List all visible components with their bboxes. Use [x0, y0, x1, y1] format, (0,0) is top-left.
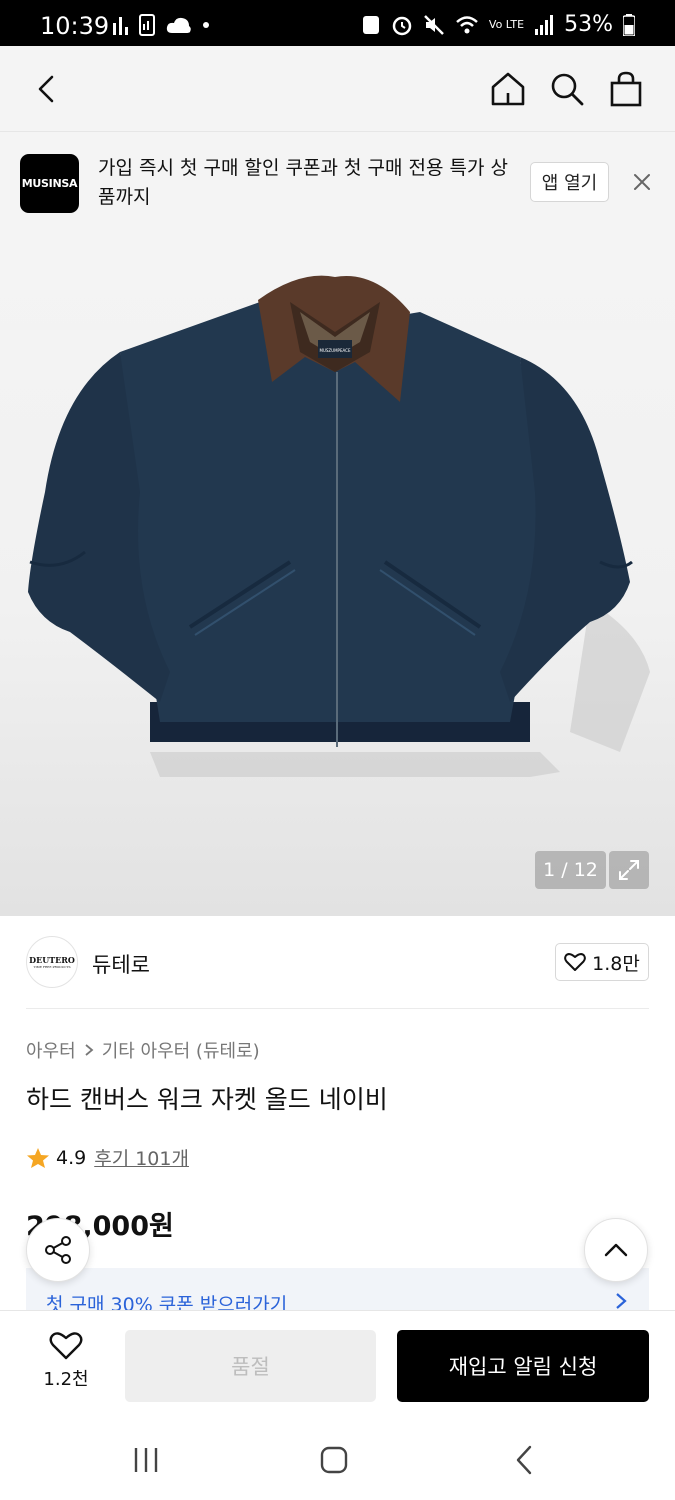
product-title: 하드 캔버스 워크 자켓 올드 네이비: [26, 1085, 388, 1114]
scroll-top-button[interactable]: [584, 1218, 648, 1282]
mute-icon: [424, 14, 444, 35]
rating-score: 4.9: [56, 1146, 87, 1169]
wishlist-count: 1.2천: [43, 1369, 89, 1390]
close-promo-button[interactable]: [628, 168, 656, 196]
back-button[interactable]: [25, 68, 67, 110]
recent-apps-button[interactable]: [126, 1442, 166, 1478]
search-button[interactable]: [546, 68, 588, 110]
star-icon: [27, 1147, 49, 1168]
breadcrumb-category[interactable]: 아우터: [26, 1037, 76, 1063]
chevron-up-icon: [604, 1243, 628, 1257]
status-bar: 10:39 Vo LTE 53%: [0, 0, 675, 46]
system-navigation-bar: [0, 1420, 675, 1500]
system-indicators: Vo LTE 53%: [361, 12, 635, 37]
home-system-button[interactable]: [314, 1442, 354, 1478]
dot-icon: [203, 22, 209, 28]
brand-like-button[interactable]: 1.8만: [555, 943, 649, 981]
brand-name[interactable]: 듀테로: [92, 949, 150, 979]
close-icon: [634, 174, 650, 190]
shopping-bag-icon: [610, 71, 642, 107]
recycle-icon: [362, 15, 379, 34]
product-image-gallery[interactable]: MUSZUMPEACE 1 / 12: [0, 232, 675, 916]
brand-logo-text: DEUTERO: [29, 955, 75, 965]
app-header: [0, 46, 675, 132]
rating-row: 4.9 후기 101개: [26, 1144, 189, 1171]
chevron-right-icon: [616, 1293, 627, 1309]
battery-percent: 53%: [564, 12, 613, 37]
home-button[interactable]: [487, 68, 529, 110]
jacket-image: [28, 275, 650, 777]
back-icon: [38, 75, 54, 103]
alarm-icon: [392, 16, 412, 35]
cart-button[interactable]: [605, 68, 647, 110]
musinsa-logo: MUSINSA: [20, 154, 79, 213]
cell-signal-icon: [535, 14, 554, 35]
purchase-action-bar: 1.2천 품절 재입고 알림 신청: [0, 1310, 675, 1420]
expand-icon: [619, 860, 639, 880]
breadcrumb: 아우터 기타 아우터 (듀테로): [26, 1037, 260, 1063]
brand-row: DEUTERO TIME FREE PRODUCTS 듀테로 1.8만: [0, 916, 675, 1010]
home-icon: [491, 72, 525, 106]
back-chevron-icon: [516, 1445, 532, 1475]
signal-bars-icon: [113, 17, 128, 35]
status-time: 10:39: [40, 12, 110, 40]
reviews-link[interactable]: 후기 101개: [94, 1144, 189, 1171]
collar-label: MUSZUMPEACE: [319, 348, 351, 353]
network-label: Vo LTE: [488, 18, 525, 31]
share-button[interactable]: [26, 1218, 90, 1282]
divider: [26, 1008, 649, 1009]
breadcrumb-subcategory[interactable]: 기타 아우터 (듀테로): [102, 1037, 260, 1063]
promo-text: 가입 즉시 첫 구매 할인 쿠폰과 첫 구매 전용 특가 상품까지: [98, 157, 508, 208]
brand-like-count: 1.8만: [592, 952, 640, 975]
home-square-icon: [320, 1446, 348, 1474]
recent-apps-icon: [134, 1448, 158, 1472]
restock-alert-button[interactable]: 재입고 알림 신청: [397, 1330, 649, 1402]
search-icon: [551, 73, 584, 106]
chart-app-icon: [139, 14, 155, 36]
share-icon: [45, 1236, 71, 1264]
brand-logo-subtext: TIME FREE PRODUCTS: [33, 965, 71, 969]
coupon-banner[interactable]: 첫 구매 30% 쿠폰 받으러가기: [26, 1268, 649, 1310]
cloud-icon: [166, 17, 191, 33]
notification-icons: [112, 14, 210, 36]
coupon-text: 첫 구매 30% 쿠폰 받으러가기: [46, 1294, 288, 1310]
system-back-button[interactable]: [504, 1442, 544, 1478]
chevron-right-icon: [85, 1044, 94, 1056]
battery-icon: [623, 13, 635, 36]
wifi-icon: [456, 15, 478, 33]
heart-icon: [49, 1332, 83, 1360]
soldout-button: 품절: [125, 1330, 376, 1402]
image-counter: 1 / 12: [535, 851, 606, 889]
heart-icon: [564, 953, 587, 971]
app-promo-banner: MUSINSA 가입 즉시 첫 구매 할인 쿠폰과 첫 구매 전용 특가 상품까…: [0, 132, 675, 232]
expand-image-button[interactable]: [609, 851, 649, 889]
brand-logo[interactable]: DEUTERO TIME FREE PRODUCTS: [26, 936, 78, 988]
wishlist-button[interactable]: 1.2천: [30, 1331, 102, 1391]
open-app-button[interactable]: 앱 열기: [530, 162, 609, 202]
